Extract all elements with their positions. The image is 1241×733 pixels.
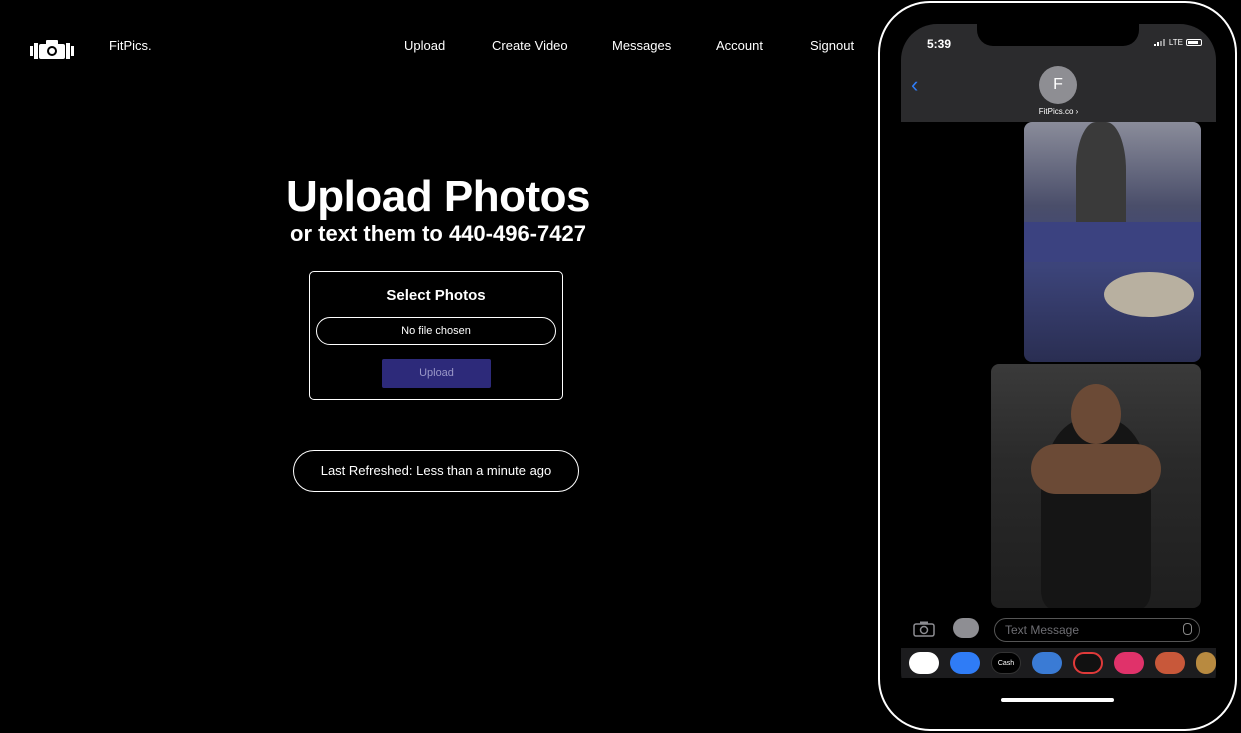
camera-dumbbell-logo-icon[interactable] xyxy=(30,38,74,62)
photo-subject-head xyxy=(1071,384,1121,444)
photo-sink xyxy=(1104,272,1194,317)
nav-account[interactable]: Account xyxy=(716,38,763,53)
activity-app-icon[interactable] xyxy=(1073,652,1103,674)
app-store-app-icon[interactable] xyxy=(950,652,980,674)
network-label: LTE xyxy=(1168,38,1183,47)
app-store-icon[interactable] xyxy=(953,618,979,638)
imessage-app-drawer: Cash xyxy=(901,648,1216,678)
photo-subject-arms xyxy=(1031,444,1161,494)
card-title: Select Photos xyxy=(386,287,486,304)
audio-app-icon[interactable] xyxy=(1032,652,1062,674)
memoji-2-app-icon[interactable] xyxy=(1196,652,1216,674)
search-app-icon[interactable] xyxy=(1114,652,1144,674)
file-input[interactable]: No file chosen xyxy=(316,317,556,345)
message-photo-gym-pose[interactable] xyxy=(991,364,1201,608)
nav-signout[interactable]: Signout xyxy=(810,38,854,53)
message-photo-mirror-selfie[interactable] xyxy=(1024,122,1201,362)
nav-messages[interactable]: Messages xyxy=(612,38,671,53)
phone-frame: 5:39 LTE ‹ F FitPics.co › Text Message C… xyxy=(878,1,1237,731)
battery-icon xyxy=(1186,39,1202,46)
contact-name[interactable]: FitPics.co › xyxy=(901,107,1216,116)
upload-button[interactable]: Upload xyxy=(382,359,491,388)
memoji-app-icon[interactable] xyxy=(1155,652,1185,674)
back-chevron-icon[interactable]: ‹ xyxy=(911,72,918,98)
phone-screen: 5:39 LTE ‹ F FitPics.co › Text Message C… xyxy=(901,24,1216,708)
message-input-bar: Text Message xyxy=(901,614,1216,644)
brand-name[interactable]: FitPics. xyxy=(109,38,152,53)
status-bar-icons: LTE xyxy=(1153,38,1202,47)
photos-app-icon[interactable] xyxy=(909,652,939,674)
page-title: Upload Photos xyxy=(286,172,590,221)
text-message-input[interactable]: Text Message xyxy=(994,618,1200,642)
website-panel: FitPics. Upload Create Video Messages Ac… xyxy=(0,0,876,733)
phone-notch xyxy=(977,24,1139,46)
photo-counter xyxy=(1024,222,1201,262)
home-indicator[interactable] xyxy=(1001,698,1114,702)
camera-icon[interactable] xyxy=(913,621,935,637)
last-refreshed-status[interactable]: Last Refreshed: Less than a minute ago xyxy=(293,450,579,492)
upload-card: Select Photos No file chosen Upload xyxy=(309,271,563,400)
cash-app-icon[interactable]: Cash xyxy=(991,652,1021,674)
nav-create-video[interactable]: Create Video xyxy=(492,38,568,53)
status-time: 5:39 xyxy=(927,37,952,51)
nav-upload[interactable]: Upload xyxy=(404,38,445,53)
signal-icon xyxy=(1153,39,1166,46)
microphone-icon[interactable] xyxy=(1183,623,1192,635)
page-subtitle: or text them to 440-496-7427 xyxy=(290,221,586,246)
contact-avatar[interactable]: F xyxy=(1039,66,1077,104)
messages-header: 5:39 LTE ‹ F FitPics.co › xyxy=(901,24,1216,122)
